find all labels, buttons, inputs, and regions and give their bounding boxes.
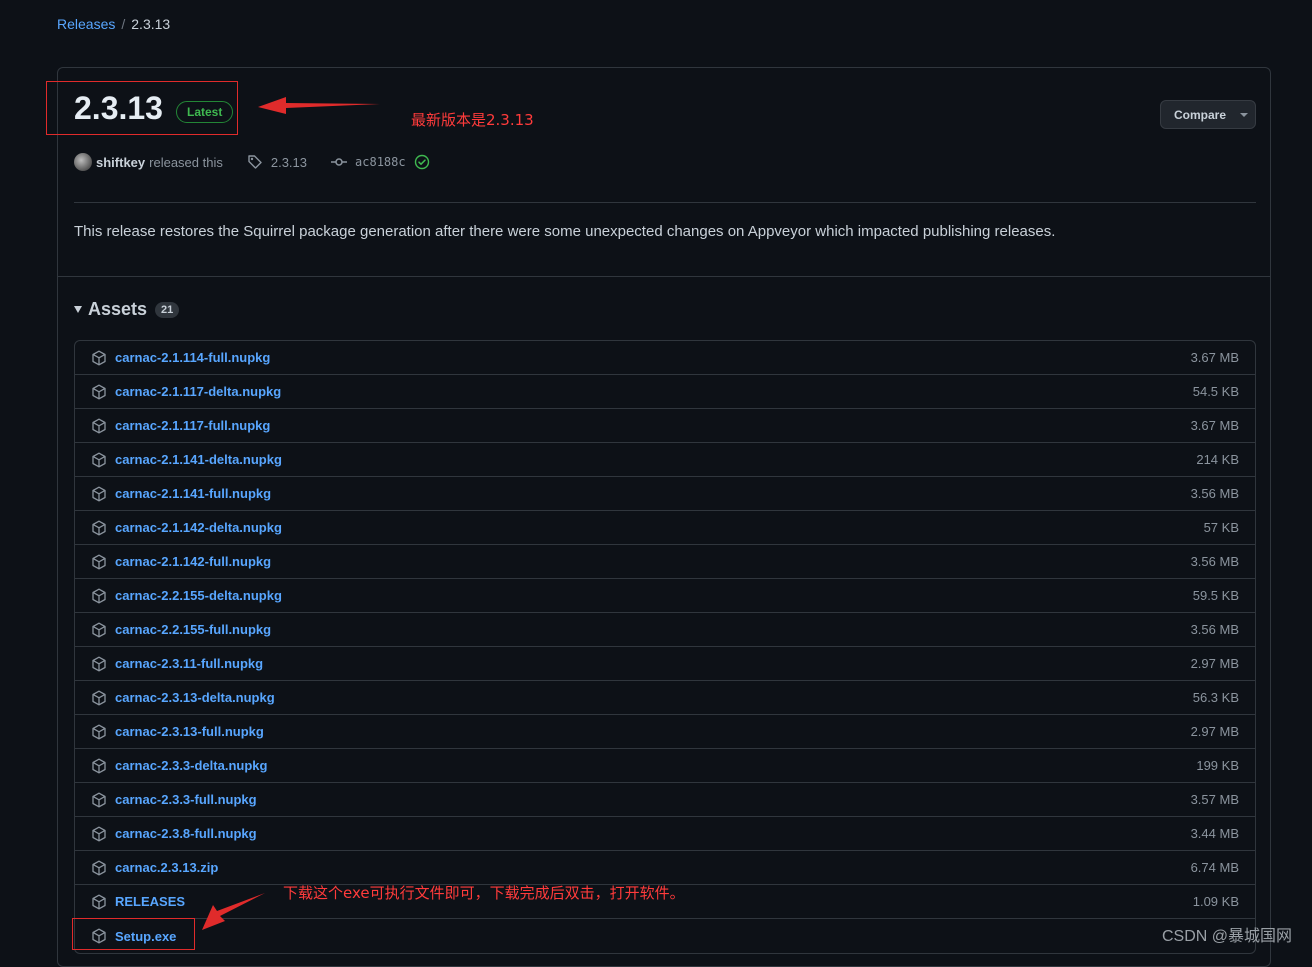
annotation-arrow-setup <box>202 893 265 930</box>
annotation-arrows <box>202 97 380 930</box>
watermark: CSDN @暴城国网 <box>1162 928 1293 945</box>
annotation-arrow-title <box>258 97 380 114</box>
